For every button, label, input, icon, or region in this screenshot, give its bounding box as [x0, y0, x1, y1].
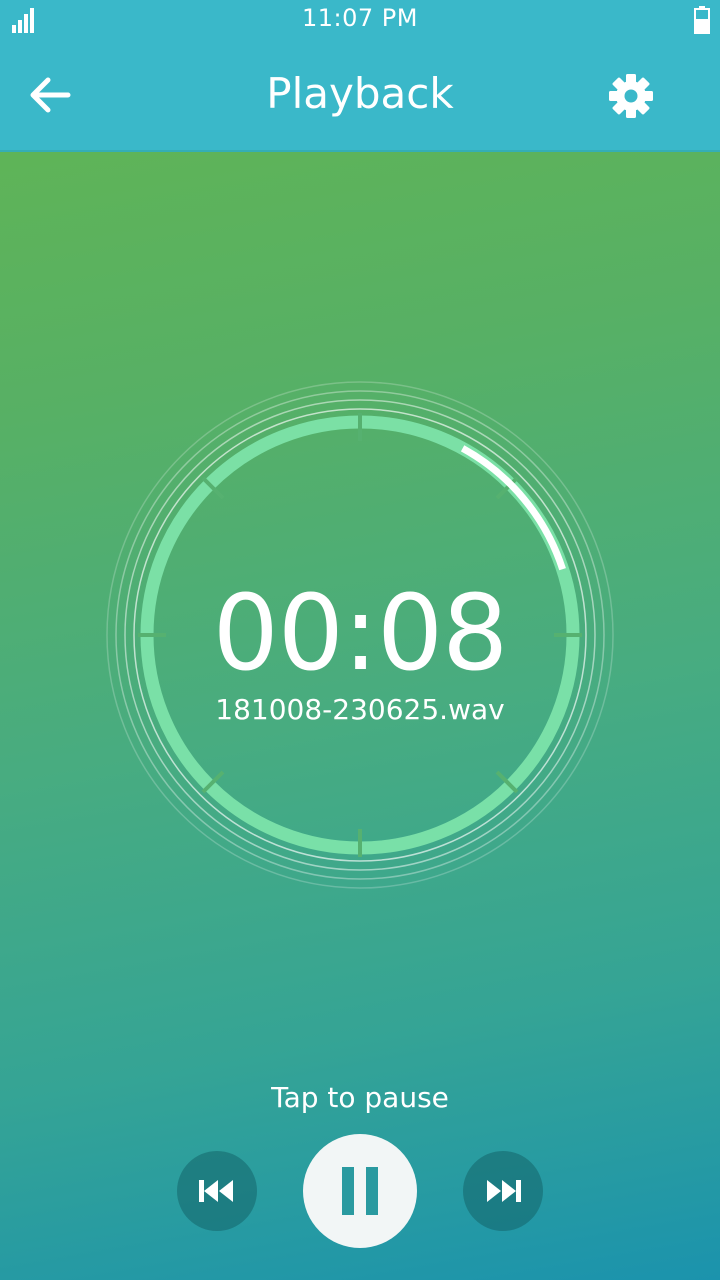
gear-icon	[609, 74, 653, 118]
skip-previous-icon	[199, 1180, 233, 1202]
status-time: 11:07 PM	[302, 4, 418, 32]
settings-button[interactable]	[600, 65, 662, 127]
back-button[interactable]	[20, 65, 80, 125]
pause-button[interactable]	[303, 1134, 417, 1248]
page-title: Playback	[266, 69, 454, 118]
forward-button[interactable]	[463, 1151, 543, 1231]
tap-to-pause-hint: Tap to pause	[271, 1081, 449, 1114]
pause-icon	[342, 1167, 378, 1215]
skip-next-icon	[487, 1180, 521, 1202]
arrow-left-icon	[30, 77, 71, 113]
app-bar: Playback	[0, 40, 720, 152]
battery-icon	[694, 6, 710, 34]
elapsed-time: 00:08	[212, 572, 509, 694]
playback-screen: 11:07 PM Playback 00:08 181008-230625.wa…	[0, 0, 720, 1280]
rewind-button[interactable]	[177, 1151, 257, 1231]
file-name: 181008-230625.wav	[215, 693, 505, 726]
status-bar: 11:07 PM	[0, 0, 720, 40]
